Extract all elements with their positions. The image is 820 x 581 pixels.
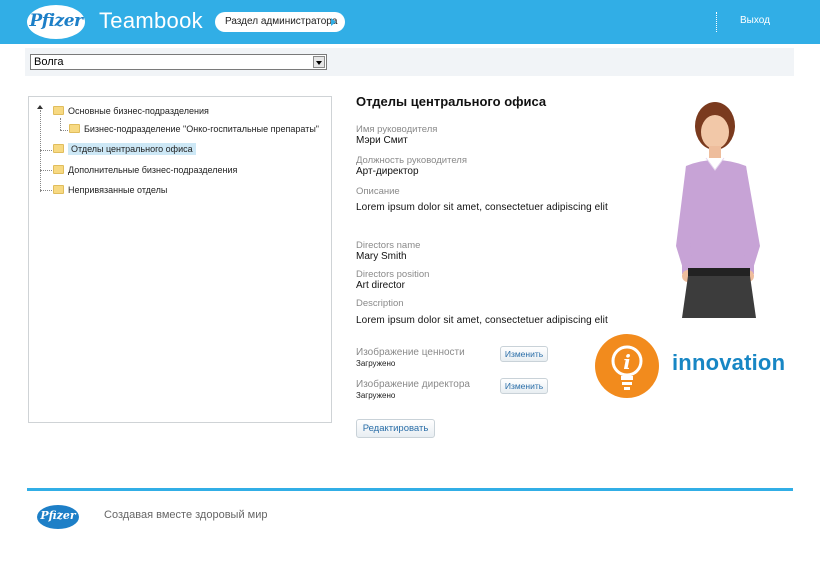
lightbulb-icon: i xyxy=(611,345,643,390)
director-name-value-en: Mary Smith xyxy=(356,251,407,262)
folder-icon xyxy=(53,165,64,174)
admin-section-label: Раздел администратора xyxy=(225,16,338,27)
footer-divider xyxy=(27,488,793,491)
description-value: Lorem ipsum dolor sit amet, consectetuer… xyxy=(356,202,608,213)
value-image-status: Загружено xyxy=(356,359,396,368)
region-select-value: Волга xyxy=(34,56,64,68)
director-image-status: Загружено xyxy=(356,391,396,400)
tree-item-additional-units[interactable]: Дополнительные бизнес-подразделения xyxy=(53,162,237,178)
description-value-en: Lorem ipsum dolor sit amet, consectetuer… xyxy=(356,315,608,326)
tree-item-label: Отделы центрального офиса xyxy=(68,143,196,155)
pfizer-logo-text: Pfizer xyxy=(29,11,83,31)
tree-item-main-units[interactable]: Основные бизнес-подразделения xyxy=(53,103,209,119)
collapse-caret-icon[interactable] xyxy=(37,105,43,109)
innovation-wordmark: innovation xyxy=(672,350,786,375)
dropdown-arrow-icon[interactable] xyxy=(313,56,325,68)
tree-item-label: Непривязанные отделы xyxy=(68,185,168,195)
description-label-en: Description xyxy=(356,298,404,309)
chevron-right-icon xyxy=(331,18,336,26)
footer-tagline: Создавая вместе здоровый мир xyxy=(104,509,268,521)
folder-icon xyxy=(53,185,64,194)
edit-button[interactable]: Редактировать xyxy=(356,419,435,438)
director-position-value-en: Art director xyxy=(356,280,405,291)
tree-item-unlinked[interactable]: Непривязанные отделы xyxy=(53,182,167,198)
tree-connector xyxy=(40,170,52,171)
value-image-label: Изображение ценности xyxy=(356,347,465,358)
innovation-logo: i xyxy=(595,334,659,398)
department-title: Отделы центрального офиса xyxy=(356,94,547,109)
director-position-value: Арт-директор xyxy=(356,166,419,177)
pfizer-logo[interactable]: Pfizer xyxy=(27,5,85,39)
app-name: Teambook xyxy=(99,8,203,33)
director-position-label-en: Directors position xyxy=(356,269,430,280)
header-divider xyxy=(716,12,717,32)
change-director-image-button[interactable]: Изменить xyxy=(500,378,548,394)
folder-icon xyxy=(69,124,80,133)
tree-item-central-office[interactable]: Отделы центрального офиса xyxy=(53,141,196,157)
region-select[interactable]: Волга xyxy=(30,54,327,70)
director-name-label-en: Directors name xyxy=(356,240,421,251)
footer-logo-text: Pfizer xyxy=(40,509,76,522)
director-position-label: Должность руководителя xyxy=(356,155,467,166)
footer-pfizer-logo: Pfizer xyxy=(37,505,79,529)
tree-item-onco-hospital[interactable]: Бизнес-подразделение "Онко-госпитальные … xyxy=(69,121,319,137)
director-name-label: Имя руководителя xyxy=(356,124,438,135)
tree-connector xyxy=(40,150,52,151)
director-image-label: Изображение директора xyxy=(356,379,470,390)
top-header: Pfizer Teambook Раздел администратора Вы… xyxy=(0,0,820,44)
description-label: Описание xyxy=(356,186,400,197)
logout-link[interactable]: Выход xyxy=(740,15,770,26)
tree-item-label: Основные бизнес-подразделения xyxy=(68,106,209,116)
director-name-value: Мэри Смит xyxy=(356,135,408,146)
folder-icon xyxy=(53,106,64,115)
tree-connector xyxy=(60,130,68,131)
change-value-image-button[interactable]: Изменить xyxy=(500,346,548,362)
svg-text:i: i xyxy=(623,350,631,374)
tree-connector xyxy=(40,190,52,191)
tree-item-label: Дополнительные бизнес-подразделения xyxy=(68,165,238,175)
folder-icon xyxy=(53,144,64,153)
admin-section-button[interactable]: Раздел администратора xyxy=(215,12,345,32)
tree-connector xyxy=(40,110,41,192)
tree-connector xyxy=(60,118,61,130)
director-photo xyxy=(676,102,760,318)
tree-item-label: Бизнес-подразделение "Онко-госпитальные … xyxy=(84,124,319,134)
